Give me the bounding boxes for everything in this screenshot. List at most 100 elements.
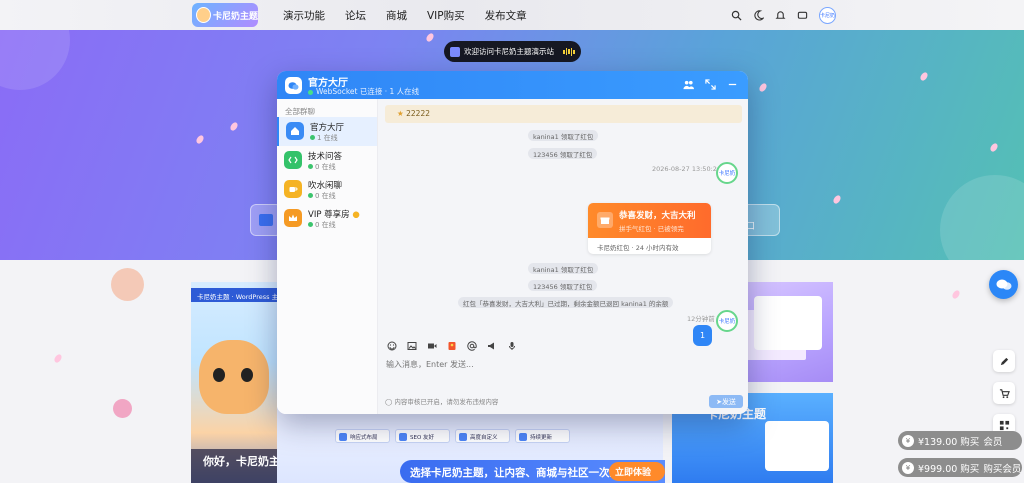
coin-icon: ¥ (902, 461, 914, 474)
feature-tile: 持续更新 (515, 429, 570, 443)
banner-footer-text: 你好，卡尼奶主题 (191, 449, 281, 483)
announcement-icon (450, 46, 460, 57)
edit-button[interactable] (993, 350, 1015, 372)
room-name: 吹水闲聊 (308, 181, 343, 191)
site-logo[interactable]: 卡尼奶主题 (192, 3, 258, 27)
nav-link-vip[interactable]: VIP购买 (427, 8, 465, 23)
message-icon[interactable] (797, 10, 808, 21)
chat-header: 官方大厅 WebSocket 已连接 · 1 人在线 (277, 71, 748, 99)
shield-icon: ◯ (385, 398, 393, 406)
petal-decoration (228, 121, 240, 132)
nav-menu: 演示功能 论坛 商城 VIP购买 发布文章 (283, 0, 527, 30)
petal-decoration (831, 194, 843, 205)
price-suffix: 会员 (983, 436, 1003, 448)
expand-icon[interactable] (705, 79, 716, 90)
search-icon[interactable] (731, 10, 742, 21)
system-message: 123456 领取了红包 (528, 148, 598, 159)
composer-toolbar (387, 341, 517, 351)
sender-avatar[interactable]: 卡尼奶 (716, 162, 738, 184)
crown-icon (284, 209, 302, 227)
message-timestamp: 12分钟前 (687, 315, 715, 323)
megaphone-icon[interactable] (487, 341, 497, 351)
cart-icon (999, 388, 1010, 398)
emoji-icon[interactable] (387, 341, 397, 351)
send-button[interactable]: ➤ 发送 (709, 395, 743, 408)
screenshot-thumbnail (754, 296, 822, 350)
room-online-count: 0 在线 (308, 162, 336, 172)
room-list: 全部群聊 官方大厅 1 在线 技术问答 0 在线 吹水闲聊 0 在线 VIP 尊… (277, 99, 378, 414)
audio-wave-icon (563, 47, 575, 56)
lock-icon: ● (352, 210, 360, 220)
site-logo-text: 卡尼奶主题 (212, 11, 258, 22)
chat-launcher-button[interactable] (989, 270, 1018, 299)
feature-tile: SEO 友好 (395, 429, 450, 443)
feature-tile: 高度自定义 (455, 429, 510, 443)
petal-decoration (918, 71, 930, 82)
banner-cta[interactable]: 选择卡尼奶主题，让内容、商城与社区一次到位！ 立即体验 (400, 460, 665, 483)
cart-button[interactable] (993, 382, 1015, 404)
nav-link-demo[interactable]: 演示功能 (283, 8, 325, 23)
chat-bubble-icon (996, 279, 1011, 290)
petal-decoration (194, 134, 206, 145)
chat-logo-icon (285, 77, 302, 94)
room-item-tech[interactable]: 技术问答 0 在线 (277, 146, 377, 175)
qrcode-icon (999, 420, 1009, 430)
minimize-icon[interactable] (727, 79, 738, 90)
room-online-text: 0 在线 (315, 221, 336, 229)
moderation-notice: ◯ 内容审核已开启，请勿发布违规内容 (385, 396, 498, 406)
room-online-text: 0 在线 (315, 192, 336, 200)
red-packet-card[interactable]: 恭喜发财，大吉大利 拼手气红包 · 已被领完 卡尼奶红包 · 24 小时内有效 (588, 203, 711, 254)
red-packet-footer: 卡尼奶红包 · 24 小时内有效 (597, 244, 679, 252)
petal-decoration (988, 142, 1000, 153)
moderation-notice-text: 内容审核已开启，请勿发布违规内容 (394, 398, 499, 406)
pinned-announcement[interactable]: ★ 22222 (385, 105, 742, 123)
promo-banner-middle[interactable]: 响应式布局 SEO 友好 高度自定义 持续更新 选择卡尼奶主题，让内容、商城与社… (277, 405, 665, 483)
monitor-icon (259, 214, 273, 226)
video-icon[interactable] (427, 341, 437, 351)
dark-mode-icon[interactable] (753, 9, 764, 21)
side-tools (993, 350, 1015, 436)
decorative-circle (111, 268, 144, 301)
price-text: ¥999.00 购买 (918, 463, 980, 475)
image-icon[interactable] (407, 341, 417, 351)
message-area: ★ 22222 kanina1 领取了红包 123456 领取了红包 2026-… (378, 99, 748, 414)
coin-icon: ¥ (902, 434, 914, 447)
screenshot-thumbnail (765, 421, 829, 471)
try-now-button[interactable]: 立即体验 (609, 462, 665, 481)
mention-icon[interactable] (467, 341, 477, 351)
promo-banner-left[interactable]: 卡尼奶主题 · WordPress 主 你好，卡尼奶主题 (191, 282, 281, 483)
nav-link-shop[interactable]: 商城 (386, 8, 407, 23)
nav-actions: 卡尼奶 (731, 0, 836, 30)
notification-bell-icon[interactable] (775, 10, 786, 21)
system-message: 红包「恭喜发财，大吉大利」已过期，剩余金额已退回 kanina1 的余额 (458, 297, 674, 308)
room-item-chitchat[interactable]: 吹水闲聊 0 在线 (277, 175, 377, 204)
message-input[interactable] (386, 360, 686, 369)
red-packet-icon[interactable] (447, 341, 457, 351)
microphone-icon[interactable] (507, 341, 517, 351)
room-item-vip[interactable]: VIP 尊享房 ● 0 在线 (277, 204, 377, 233)
window-controls (683, 79, 738, 90)
price-suffix: 购买会员 (983, 463, 1022, 475)
room-online-count: 1 在线 (310, 133, 338, 143)
room-list-header: 全部群聊 (285, 107, 315, 116)
mascot-illustration (199, 340, 269, 414)
nav-link-post[interactable]: 发布文章 (485, 8, 527, 23)
online-dot-icon (308, 89, 313, 95)
system-message: kanina1 领取了红包 (528, 130, 599, 141)
sender-avatar[interactable]: 卡尼奶 (716, 310, 738, 332)
nav-link-forum[interactable]: 论坛 (345, 8, 366, 23)
vip-price-button[interactable]: ¥ ¥139.00 购买 会员 (898, 431, 1022, 450)
vip-price-button[interactable]: ¥ ¥999.00 购买 购买会员 (898, 458, 1022, 477)
message-bubble: 1 (693, 325, 712, 346)
room-online-text: 1 在线 (317, 134, 338, 142)
room-item-lobby[interactable]: 官方大厅 1 在线 (277, 117, 377, 146)
room-name: 技术问答 (308, 152, 343, 162)
red-packet-status: 拼手气红包 · 已被领完 (619, 225, 684, 233)
user-avatar[interactable]: 卡尼奶 (819, 6, 836, 24)
room-online-count: 0 在线 (308, 220, 336, 230)
members-icon[interactable] (683, 79, 694, 90)
send-label: 发送 (721, 397, 736, 406)
petal-decoration (757, 82, 769, 93)
decorative-circle (113, 399, 132, 418)
announcement-pill[interactable]: 欢迎访问卡尼奶主题演示站 (444, 41, 581, 62)
